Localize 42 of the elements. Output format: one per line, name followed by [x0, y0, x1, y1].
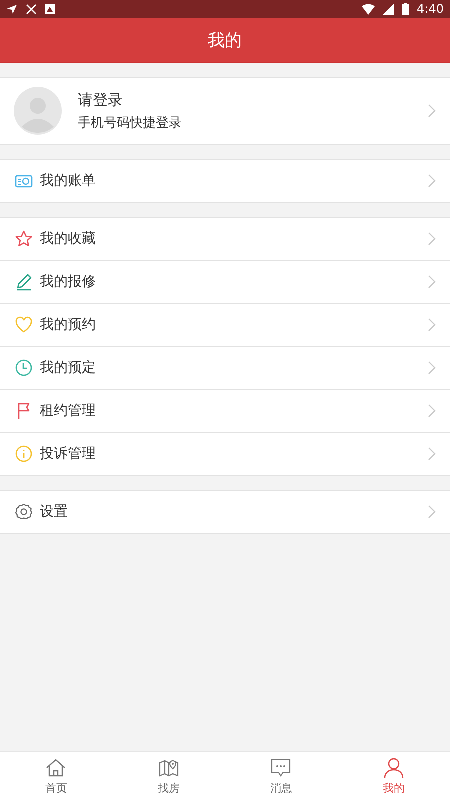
- battery-icon: [402, 3, 410, 15]
- chevron-icon: [428, 505, 436, 519]
- menu-item[interactable]: 我的账单: [0, 160, 450, 203]
- clock-icon: [14, 358, 34, 378]
- chevron-icon: [428, 447, 436, 461]
- chevron-icon: [428, 232, 436, 246]
- close-icon: [26, 4, 37, 14]
- tab-button[interactable]: 首页: [0, 752, 112, 800]
- tab-button[interactable]: 消息: [225, 752, 338, 800]
- status-time: 4:40: [417, 2, 444, 16]
- login-row[interactable]: 请登录 手机号码快捷登录: [0, 78, 450, 145]
- page-title: 我的: [208, 30, 242, 52]
- heart-icon: [14, 315, 34, 335]
- login-title: 请登录: [78, 90, 124, 110]
- menu-item[interactable]: 我的预定: [0, 347, 450, 390]
- menu-item[interactable]: 我的报修: [0, 261, 450, 304]
- avatar-icon: [14, 87, 62, 135]
- pencil-icon: [14, 272, 34, 292]
- menu-item[interactable]: 我的收藏: [0, 218, 450, 261]
- airplane-icon: [6, 3, 18, 15]
- tab-button[interactable]: 找房: [112, 752, 225, 800]
- chevron-icon: [428, 361, 436, 375]
- settings-icon: [14, 502, 34, 522]
- image-icon: [45, 4, 55, 14]
- wifi-icon: [362, 4, 376, 14]
- star-icon: [14, 229, 34, 249]
- chevron-icon: [428, 404, 436, 418]
- tab-button[interactable]: 我的: [338, 752, 450, 800]
- login-subtitle: 手机号码快捷登录: [78, 114, 183, 132]
- person-icon: [382, 756, 405, 778]
- message-icon: [270, 756, 292, 778]
- signal-icon: [383, 4, 394, 14]
- menu-item[interactable]: 设置: [0, 491, 450, 534]
- chevron-icon: [428, 174, 436, 188]
- menu-item[interactable]: 投诉管理: [0, 433, 450, 476]
- chevron-icon: [428, 275, 436, 289]
- menu-item[interactable]: 租约管理: [0, 390, 450, 433]
- chevron-icon: [428, 104, 436, 118]
- chevron-icon: [428, 318, 436, 332]
- home-icon: [45, 756, 68, 778]
- menu-item[interactable]: 我的预约: [0, 304, 450, 347]
- info-icon: [14, 444, 34, 464]
